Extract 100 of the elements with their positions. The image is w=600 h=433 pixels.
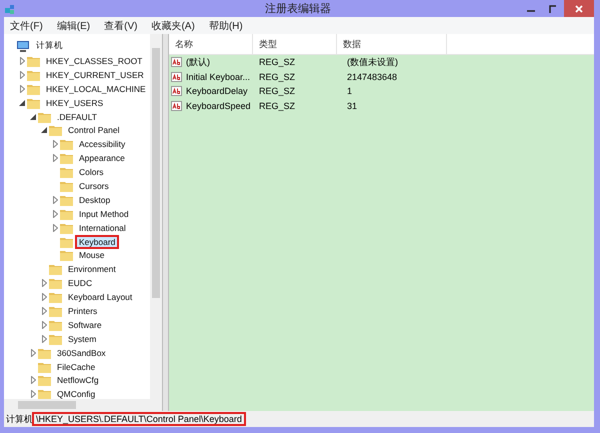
- collapsed-arrow-icon[interactable]: [30, 390, 36, 398]
- tree-item[interactable]: Keyboard: [77, 236, 118, 247]
- string-value-icon: [171, 57, 182, 68]
- column-header[interactable]: 类型: [253, 34, 337, 54]
- collapsed-arrow-icon[interactable]: [42, 334, 46, 343]
- folder-icon: [60, 194, 73, 206]
- table-cell-text: 31: [346, 100, 358, 111]
- tree-item[interactable]: Control Panel: [66, 125, 122, 136]
- folder-icon: [27, 96, 40, 109]
- tree-item[interactable]: Appearance: [77, 153, 127, 164]
- tree-item[interactable]: Cursors: [77, 180, 111, 191]
- collapsed-arrow-icon[interactable]: [52, 224, 58, 232]
- tree-item[interactable]: FileCache: [55, 362, 98, 372]
- folder-icon: [49, 318, 62, 331]
- vertical-scrollbar[interactable]: [150, 34, 162, 399]
- table-cell: Initial Keyboar...: [186, 72, 250, 82]
- string-value-icon: [171, 86, 182, 96]
- close-icon: [575, 4, 583, 12]
- folder-icon: [49, 277, 62, 290]
- tree-item[interactable]: Printers: [66, 306, 100, 316]
- collapsed-arrow-icon[interactable]: [42, 306, 46, 315]
- folder-icon: [60, 208, 73, 220]
- horizontal-scrollbar[interactable]: [4, 399, 162, 411]
- table-cell: KeyboardDelay: [186, 86, 248, 96]
- collapsed-arrow-icon[interactable]: [30, 348, 36, 357]
- table-cell-text: REG_SZ: [258, 100, 296, 111]
- table-cell-text: REG_SZ: [258, 86, 296, 96]
- folder-icon: [49, 124, 62, 136]
- tree-item[interactable]: QMConfig: [55, 389, 98, 399]
- tree-item[interactable]: Mouse: [77, 250, 107, 260]
- expanded-arrow-icon[interactable]: [30, 114, 36, 120]
- menu-item[interactable]: 帮助(H): [208, 18, 243, 32]
- tree-item[interactable]: Keyboard Layout: [66, 292, 134, 302]
- tree-item[interactable]: EUDC: [66, 278, 94, 288]
- computer-icon: [16, 40, 30, 52]
- menu-item[interactable]: 查看(V): [104, 18, 138, 32]
- registry-cubes-icon: [4, 2, 16, 14]
- tree-item[interactable]: NetflowCfg: [55, 375, 101, 386]
- folder-icon: [27, 54, 40, 67]
- folder-icon: [49, 291, 62, 304]
- tree-item[interactable]: HKEY_USERS: [44, 98, 106, 108]
- expanded-arrow-icon[interactable]: [19, 100, 25, 106]
- tree-item[interactable]: System: [66, 334, 98, 344]
- folder-icon: [60, 222, 73, 234]
- collapsed-arrow-icon[interactable]: [42, 279, 46, 288]
- window-title: 注册表编辑器: [264, 2, 332, 16]
- table-cell: KeyboardSpeed: [186, 100, 251, 111]
- tree-item[interactable]: Input Method: [77, 208, 131, 219]
- folder-icon: [38, 110, 51, 122]
- table-cell-text: REG_SZ: [258, 57, 296, 68]
- table-cell-text: (数值未设置): [346, 56, 399, 69]
- table-cell-text: 1: [346, 86, 354, 96]
- collapsed-arrow-icon[interactable]: [52, 196, 58, 204]
- collapsed-arrow-icon[interactable]: [42, 320, 46, 329]
- folder-icon: [60, 249, 73, 262]
- tree-item[interactable]: HKEY_LOCAL_MACHINE: [44, 84, 148, 94]
- folder-icon: [60, 152, 73, 164]
- collapsed-arrow-icon[interactable]: [52, 154, 58, 162]
- table-cell: (默认): [186, 56, 210, 69]
- tree-item[interactable]: 计算机: [34, 40, 65, 52]
- tree-item[interactable]: HKEY_CURRENT_USER: [44, 70, 146, 80]
- tree-item[interactable]: .DEFAULT: [55, 112, 99, 122]
- collapsed-arrow-icon[interactable]: [20, 56, 24, 65]
- column-header[interactable]: 名称: [169, 34, 253, 54]
- folder-icon: [60, 166, 73, 178]
- tree-item[interactable]: Software: [66, 320, 104, 330]
- collapsed-arrow-icon[interactable]: [20, 70, 24, 79]
- tree-item[interactable]: Desktop: [77, 194, 112, 205]
- column-header[interactable]: 数据: [337, 34, 447, 54]
- table-cell-text: REG_SZ: [258, 72, 296, 82]
- folder-icon: [38, 388, 51, 399]
- table-cell-text: 2147483648: [346, 72, 398, 82]
- status-path: \HKEY_USERS\.DEFAULT\Control Panel\Keyboard: [34, 414, 244, 424]
- collapsed-arrow-icon[interactable]: [52, 140, 58, 148]
- folder-icon: [38, 346, 51, 359]
- tree-item[interactable]: HKEY_CLASSES_ROOT: [44, 56, 144, 66]
- folder-icon: [27, 68, 40, 81]
- string-value-icon: [171, 100, 182, 111]
- menu-item[interactable]: 编辑(E): [56, 18, 90, 32]
- folder-icon: [49, 263, 62, 276]
- folder-icon: [27, 82, 40, 95]
- collapsed-arrow-icon[interactable]: [20, 84, 24, 93]
- folder-icon: [60, 138, 73, 150]
- collapsed-arrow-icon[interactable]: [52, 210, 58, 218]
- menu-item[interactable]: 收藏夹(A): [151, 18, 195, 32]
- collapsed-arrow-icon[interactable]: [30, 376, 36, 384]
- tree-item[interactable]: Colors: [77, 167, 106, 178]
- folder-icon: [49, 332, 62, 345]
- tree-item[interactable]: Accessibility: [77, 139, 128, 150]
- collapsed-arrow-icon[interactable]: [42, 293, 46, 302]
- tree-item[interactable]: International: [77, 222, 128, 233]
- close-button[interactable]: [564, 0, 594, 17]
- tree-item[interactable]: 360SandBox: [55, 348, 108, 358]
- folder-icon: [60, 180, 73, 192]
- menu-item[interactable]: 文件(F): [10, 18, 43, 32]
- status-text: 计算机: [6, 412, 33, 426]
- string-value-icon: [171, 72, 182, 82]
- expanded-arrow-icon[interactable]: [41, 127, 47, 134]
- folder-icon: [38, 360, 51, 373]
- tree-item[interactable]: Environment: [66, 264, 118, 274]
